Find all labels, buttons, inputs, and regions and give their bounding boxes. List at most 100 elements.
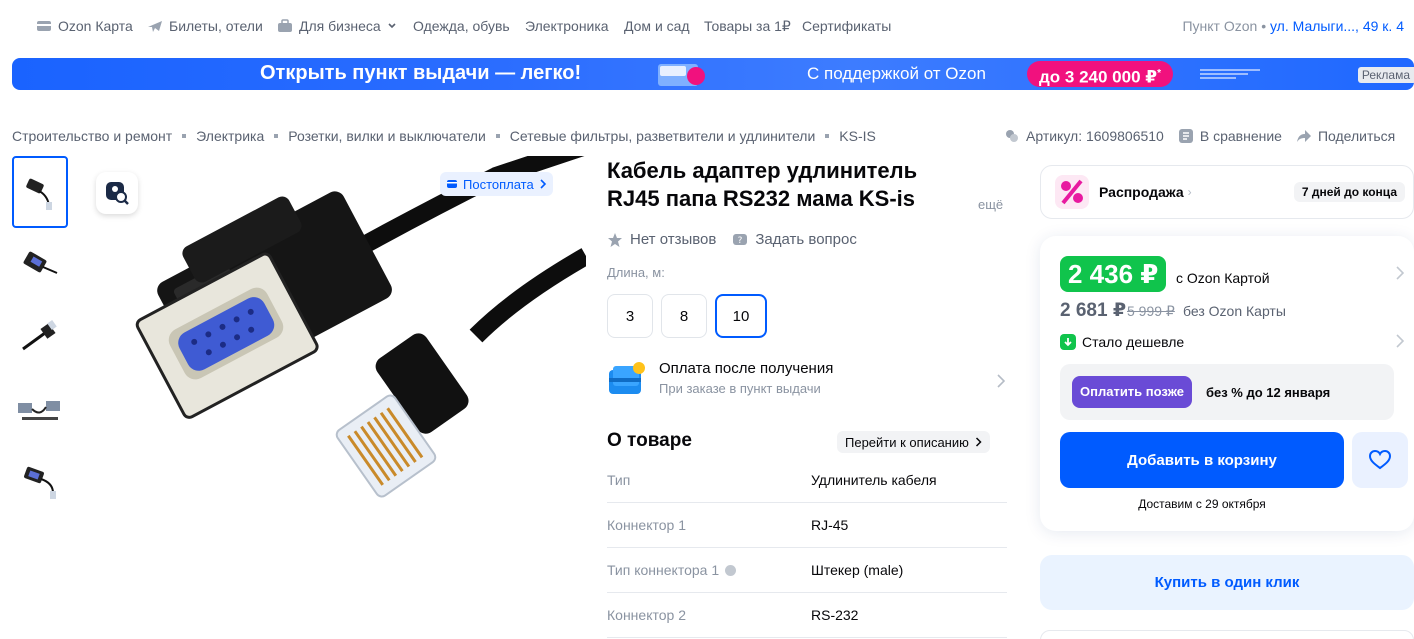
spec-value[interactable]: RS-232 [811,607,858,623]
with-card-label: c Ozon Картой [1176,270,1270,286]
thumbnail-5[interactable] [12,444,68,516]
breadcrumb-item[interactable]: Сетевые фильтры, разветвители и удлините… [510,128,815,144]
breadcrumb-item[interactable]: Розетки, вилки и выключатели [288,128,486,144]
pay-later-button[interactable]: Оплатить позже [1072,376,1192,408]
length-label: Длина, м: [607,265,665,280]
length-option-10[interactable]: 10 [715,294,767,338]
thumbnail-1[interactable] [12,156,68,228]
pickup-dot: • [1261,18,1270,34]
card-icon [37,21,51,31]
breadcrumb-item[interactable]: KS-IS [839,128,876,144]
plane-icon [148,21,162,32]
breadcrumb: Строительство и ремонт Электрика Розетки… [12,128,876,144]
chevron-right-icon[interactable] [1396,266,1404,280]
length-option-3[interactable]: 3 [607,294,653,338]
spec-row: Тип коннектора 1 Штекер (male) [607,548,1007,593]
breadcrumb-item[interactable]: Электрика [196,128,264,144]
ad-label: Реклама [1357,67,1414,83]
pickup-point[interactable]: Пункт Ozon • ул. Малыги..., 49 к. 4 [1182,18,1404,34]
image-search-icon [106,182,129,205]
nav-label: Дом и сад [624,18,690,34]
nav-label: Товары за 1₽ [704,18,791,34]
nav-clothes[interactable]: Одежда, обувь [413,18,510,34]
spec-key: Коннектор 1 [607,517,686,533]
article-number[interactable]: Артикул: 1609806510 [1004,128,1164,144]
nav-electronics[interactable]: Электроника [525,18,609,34]
spec-value[interactable]: RJ-45 [811,517,848,533]
wallet-icon [609,362,645,394]
svg-text:?: ? [738,236,743,246]
pay-later-terms: без % до 12 января [1205,384,1331,400]
sale-banner[interactable]: Распродажа › 7 дней до конца [1040,165,1414,219]
spec-key: Коннектор 2 [607,607,686,623]
card-icon [447,180,457,188]
pickup-label: Пункт Ozon [1182,18,1258,34]
spec-row: Тип Удлинитель кабеля [607,458,1007,503]
info-icon[interactable] [725,564,737,576]
heart-icon [1369,450,1391,470]
thumbnail-2[interactable] [12,228,68,300]
nav-tickets[interactable]: Билеты, отели [147,18,263,34]
price-old: 5 999 ₽ [1127,303,1175,319]
favorite-button[interactable] [1352,432,1408,488]
share-icon [1296,130,1311,142]
delivery-date: Доставим с 29 октября [1138,497,1266,511]
thumbnail-4[interactable] [12,372,68,444]
nav-business[interactable]: Для бизнеса [277,18,397,34]
sale-days-left: 7 дней до конца [1293,182,1405,202]
breadcrumb-separator [825,134,830,138]
nav-goods-1r[interactable]: Товары за 1₽ [704,18,791,35]
without-card-label: без Ozon Карты [1183,303,1286,319]
banner-support: С поддержкой от Ozon [807,64,986,83]
image-search-button[interactable] [96,172,138,214]
length-options: 3 8 10 [607,294,767,338]
sale-label: Распродажа [1099,184,1184,200]
promo-banner[interactable]: Открыть пункт выдачи — легко! С поддержк… [12,58,1414,90]
banner-headline: Открыть пункт выдачи — легко! [260,62,582,84]
cable-thumb-image [26,178,52,210]
nav-certificates[interactable]: Сертификаты [802,18,891,34]
ozon-box-logo [658,64,705,86]
thumbnail-3[interactable] [12,300,68,372]
nav-label: Электроника [525,18,609,34]
buy-one-click-button[interactable]: Купить в один клик [1040,555,1414,610]
title-more-link[interactable]: ещё [978,197,1003,212]
product-title-line-1: Кабель адаптер удлинитель [607,158,918,183]
connector-thumb-image [23,251,58,274]
spec-row: Коннектор 2 RS-232 [607,593,1007,638]
question-icon: ? [733,233,748,246]
nav-home-garden[interactable]: Дом и сад [624,18,690,34]
nav-label: Ozon Карта [58,18,133,34]
pay-after-delivery[interactable]: Оплата после получения При заказе в пунк… [607,360,1007,406]
chevron-right-icon [540,179,546,189]
pay-after-subtitle: При заказе в пункт выдачи [659,381,821,396]
goto-description-button[interactable]: Перейти к описанию [837,431,990,453]
spec-row: Коннектор 1 RJ-45 [607,503,1007,548]
product-main-image[interactable] [96,156,586,536]
reviews-link[interactable]: Нет отзывов [607,231,716,248]
nav-label: Для бизнеса [299,18,381,34]
breadcrumb-separator [182,134,187,138]
ask-question-link[interactable]: ? Задать вопрос [732,231,857,248]
nav-label: Одежда, обувь [413,18,510,34]
rating-row: Нет отзывов ? Задать вопрос [607,231,857,248]
title-fade [927,185,967,213]
breadcrumb-item[interactable]: Строительство и ремонт [12,128,172,144]
pay-later-block[interactable]: Оплатить позже без % до 12 января [1060,364,1394,420]
add-to-cart-button[interactable]: Добавить в корзину [1060,432,1344,488]
spec-table: Тип Удлинитель кабеля Коннектор 1 RJ-45 … [607,458,1007,638]
share-button[interactable]: Поделиться [1296,128,1395,144]
chevron-right-icon[interactable] [1396,334,1404,348]
banner-amount: до 3 240 000 ₽* [1027,61,1173,87]
top-navigation: Ozon Карта Билеты, отели Для бизнеса Оде… [0,0,1414,56]
nav-ozon-card[interactable]: Ozon Карта [36,18,133,34]
price-dropped[interactable]: Стало дешевле [1060,334,1184,350]
compare-button[interactable]: В сравнение [1178,128,1282,144]
briefcase-icon [278,19,292,32]
price-regular: 2 681 ₽ [1060,300,1127,321]
chevron-right-icon [997,374,1005,388]
postpay-badge[interactable]: Постоплата [440,172,553,196]
length-option-8[interactable]: 8 [661,294,707,338]
star-icon [608,232,622,247]
price-card: 2 436 ₽ c Ozon Картой 2 681 ₽ 5 999 ₽ бе… [1040,236,1414,531]
